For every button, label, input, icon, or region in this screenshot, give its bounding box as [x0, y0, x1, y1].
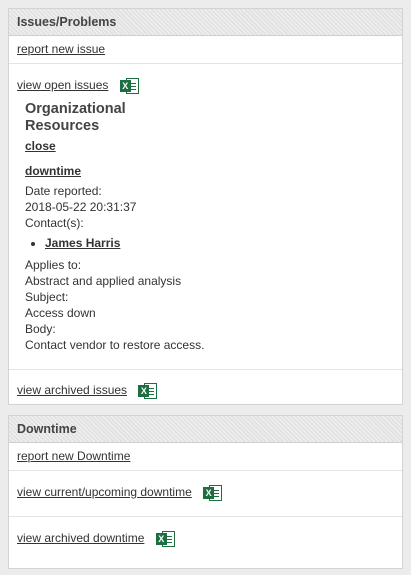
issues-panel-header: Issues/Problems [9, 9, 402, 36]
contact-item: James Harris [45, 235, 385, 251]
applies-to-label: Applies to: [25, 258, 82, 272]
body-label: Body: [25, 322, 56, 336]
archived-downtime-line: view archived downtime X [17, 529, 176, 547]
organization-title-line1: Organizational [25, 101, 126, 117]
date-reported-label: Date reported: [25, 184, 102, 198]
excel-letter: X [138, 384, 150, 397]
body-value: Contact vendor to restore access. [25, 338, 205, 352]
organization-title-line2: Resources [25, 118, 100, 134]
excel-letter: X [155, 532, 167, 545]
archived-issues-line: view archived issues X [17, 381, 158, 399]
close-line: close [25, 138, 385, 154]
issue-detail: Organizational Resources close downtime … [17, 101, 393, 353]
view-current-downtime-link[interactable]: view current/upcoming downtime [17, 485, 192, 499]
view-archived-downtime-link[interactable]: view archived downtime [17, 531, 144, 545]
report-downtime-row: report new Downtime [9, 443, 402, 471]
excel-icon[interactable]: X [138, 382, 158, 400]
current-downtime-row: view current/upcoming downtime X [9, 471, 402, 517]
issue-title-link[interactable]: downtime [25, 164, 81, 178]
issue-title-line: downtime [25, 163, 385, 179]
subject-value: Access down [25, 306, 96, 320]
downtime-panel-header: Downtime [9, 416, 402, 443]
current-downtime-line: view current/upcoming downtime X [17, 483, 223, 501]
close-link[interactable]: close [25, 139, 56, 153]
open-issues-line: view open issues X [17, 76, 140, 94]
archived-issues-row: view archived issues X [9, 370, 402, 406]
date-reported-value: 2018-05-22 20:31:37 [25, 200, 137, 214]
excel-letter: X [203, 486, 215, 499]
report-new-downtime-link[interactable]: report new Downtime [17, 449, 130, 463]
report-new-issue-link[interactable]: report new issue [17, 42, 105, 56]
archived-downtime-row: view archived downtime X [9, 517, 402, 569]
contacts-list: James Harris [25, 235, 385, 251]
contacts-label: Contact(s): [25, 216, 84, 230]
view-open-issues-link[interactable]: view open issues [17, 78, 108, 92]
view-archived-issues-link[interactable]: view archived issues [17, 383, 127, 397]
report-issue-row: report new issue [9, 36, 402, 64]
issues-panel: Issues/Problems report new issue view op… [8, 8, 403, 405]
organization-title: Organizational Resources [25, 101, 385, 135]
contact-link[interactable]: James Harris [45, 236, 120, 250]
downtime-panel: Downtime report new Downtime view curren… [8, 415, 403, 569]
applies-to-value: Abstract and applied analysis [25, 274, 182, 288]
excel-letter: X [119, 79, 131, 92]
subject-label: Subject: [25, 290, 69, 304]
open-issues-row: view open issues X Organizational Resour… [9, 64, 402, 370]
excel-icon[interactable]: X [155, 530, 176, 548]
excel-icon[interactable]: X [119, 77, 140, 95]
excel-icon[interactable]: X [203, 484, 223, 502]
